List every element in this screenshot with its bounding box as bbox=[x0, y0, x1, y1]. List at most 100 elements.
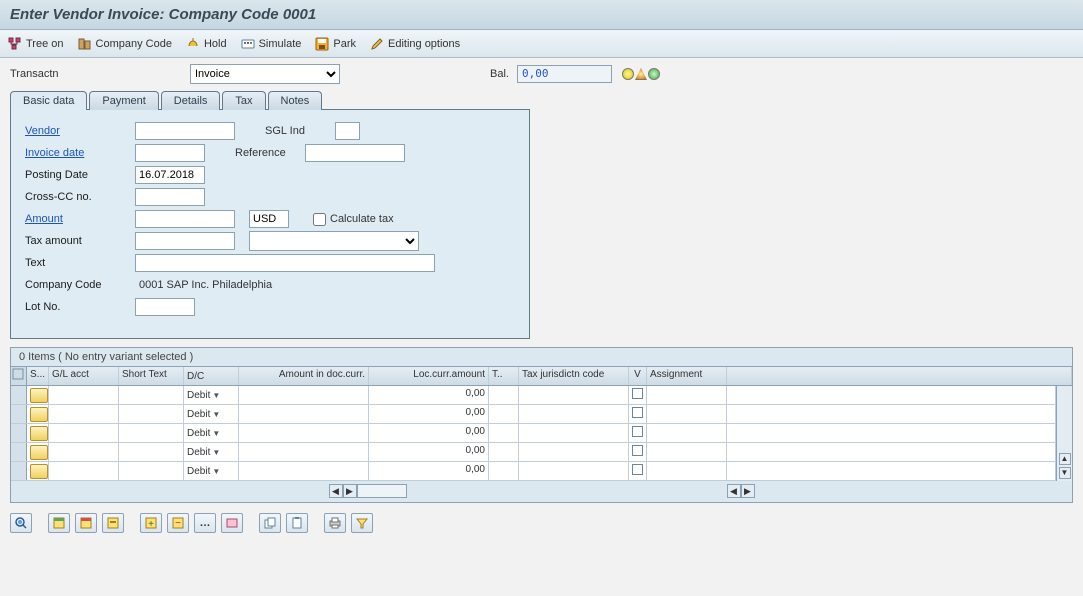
deselect-all-button[interactable] bbox=[75, 513, 97, 533]
company-code-button[interactable]: Company Code bbox=[78, 37, 172, 51]
cell-short-text[interactable] bbox=[119, 424, 184, 442]
f4-help-icon[interactable] bbox=[30, 445, 48, 460]
invoice-date-field[interactable] bbox=[135, 144, 205, 162]
row-selector[interactable] bbox=[11, 386, 27, 404]
posting-date-field[interactable] bbox=[135, 166, 205, 184]
cell-v[interactable] bbox=[629, 386, 647, 404]
col-assignment[interactable]: Assignment bbox=[647, 367, 727, 385]
cell-status[interactable] bbox=[27, 405, 49, 423]
cell-t[interactable] bbox=[489, 386, 519, 404]
cell-loc-amount[interactable]: 0,00 bbox=[369, 405, 489, 423]
cell-status[interactable] bbox=[27, 386, 49, 404]
scroll-up-icon[interactable]: ▲ bbox=[1059, 453, 1071, 465]
tab-notes[interactable]: Notes bbox=[268, 91, 323, 110]
checkbox-icon[interactable] bbox=[632, 407, 643, 418]
col-status[interactable]: S... bbox=[27, 367, 49, 385]
f4-help-icon[interactable] bbox=[30, 426, 48, 441]
insert-row-button[interactable]: + bbox=[140, 513, 162, 533]
cell-v[interactable] bbox=[629, 405, 647, 423]
cell-dc[interactable]: Debit▼ bbox=[184, 462, 239, 480]
vendor-field[interactable] bbox=[135, 122, 235, 140]
checkbox-icon[interactable] bbox=[632, 445, 643, 456]
col-gl-acct[interactable]: G/L acct bbox=[49, 367, 119, 385]
cell-gl-acct[interactable] bbox=[49, 424, 119, 442]
cell-t[interactable] bbox=[489, 462, 519, 480]
filter-button[interactable] bbox=[351, 513, 373, 533]
print-button[interactable] bbox=[324, 513, 346, 533]
scroll-right-icon[interactable]: ▶ bbox=[741, 484, 755, 498]
checkbox-icon[interactable] bbox=[632, 388, 643, 399]
grid-h-scroll-right[interactable]: ◀ ▶ bbox=[727, 484, 755, 498]
row-selector[interactable] bbox=[11, 424, 27, 442]
calculate-tax-checkbox[interactable] bbox=[313, 213, 326, 226]
tax-code-select[interactable] bbox=[249, 231, 419, 251]
park-button[interactable]: Park bbox=[315, 37, 356, 51]
cell-amount[interactable] bbox=[239, 386, 369, 404]
sort-button[interactable] bbox=[221, 513, 243, 533]
checkbox-icon[interactable] bbox=[632, 464, 643, 475]
currency-field[interactable] bbox=[249, 210, 289, 228]
cell-gl-acct[interactable] bbox=[49, 386, 119, 404]
invoice-date-label[interactable]: Invoice date bbox=[25, 147, 135, 159]
cell-short-text[interactable] bbox=[119, 462, 184, 480]
select-all-header[interactable] bbox=[11, 367, 27, 385]
col-dc[interactable]: D/C bbox=[184, 367, 239, 385]
cell-dc[interactable]: Debit▼ bbox=[184, 424, 239, 442]
cell-tax-jurisdiction[interactable] bbox=[519, 443, 629, 461]
cell-dc[interactable]: Debit▼ bbox=[184, 405, 239, 423]
f4-help-icon[interactable] bbox=[30, 464, 48, 479]
cell-t[interactable] bbox=[489, 424, 519, 442]
tree-on-button[interactable]: Tree on bbox=[8, 37, 64, 51]
cell-tax-jurisdiction[interactable] bbox=[519, 386, 629, 404]
f4-help-icon[interactable] bbox=[30, 407, 48, 422]
cell-gl-acct[interactable] bbox=[49, 443, 119, 461]
tab-basic-data[interactable]: Basic data bbox=[10, 91, 87, 110]
hold-button[interactable]: Hold bbox=[186, 37, 227, 51]
col-short-text[interactable]: Short Text bbox=[119, 367, 184, 385]
cell-assignment[interactable] bbox=[647, 405, 727, 423]
amount-label[interactable]: Amount bbox=[25, 213, 135, 225]
cell-v[interactable] bbox=[629, 424, 647, 442]
cell-assignment[interactable] bbox=[647, 386, 727, 404]
cell-v[interactable] bbox=[629, 462, 647, 480]
cell-amount[interactable] bbox=[239, 424, 369, 442]
cell-loc-amount[interactable]: 0,00 bbox=[369, 386, 489, 404]
cell-short-text[interactable] bbox=[119, 386, 184, 404]
transaction-select[interactable]: Invoice bbox=[190, 64, 340, 84]
cell-amount[interactable] bbox=[239, 443, 369, 461]
cell-assignment[interactable] bbox=[647, 443, 727, 461]
text-field[interactable] bbox=[135, 254, 435, 272]
col-tax-jurisdiction[interactable]: Tax jurisdictn code bbox=[519, 367, 629, 385]
cell-gl-acct[interactable] bbox=[49, 405, 119, 423]
cell-dc[interactable]: Debit▼ bbox=[184, 386, 239, 404]
chevron-down-icon[interactable]: ▼ bbox=[212, 410, 220, 419]
cell-v[interactable] bbox=[629, 443, 647, 461]
detail-view-button[interactable] bbox=[10, 513, 32, 533]
cross-cc-field[interactable] bbox=[135, 188, 205, 206]
checkbox-icon[interactable] bbox=[632, 426, 643, 437]
cell-tax-jurisdiction[interactable] bbox=[519, 462, 629, 480]
cell-short-text[interactable] bbox=[119, 443, 184, 461]
cell-loc-amount[interactable]: 0,00 bbox=[369, 462, 489, 480]
more-button[interactable]: … bbox=[194, 513, 216, 533]
tab-tax[interactable]: Tax bbox=[222, 91, 265, 110]
tax-amount-field[interactable] bbox=[135, 232, 235, 250]
col-loc-amount[interactable]: Loc.curr.amount bbox=[369, 367, 489, 385]
col-t[interactable]: T.. bbox=[489, 367, 519, 385]
scroll-left-icon[interactable]: ◀ bbox=[329, 484, 343, 498]
cell-loc-amount[interactable]: 0,00 bbox=[369, 443, 489, 461]
cell-status[interactable] bbox=[27, 462, 49, 480]
chevron-down-icon[interactable]: ▼ bbox=[212, 448, 220, 457]
grid-vertical-scrollbar[interactable]: ▲ ▼ bbox=[1056, 386, 1072, 481]
duplicate-button[interactable] bbox=[259, 513, 281, 533]
col-v[interactable]: V bbox=[629, 367, 647, 385]
cell-gl-acct[interactable] bbox=[49, 462, 119, 480]
scroll-right-icon[interactable]: ▶ bbox=[343, 484, 357, 498]
cell-short-text[interactable] bbox=[119, 405, 184, 423]
copy-button[interactable] bbox=[102, 513, 124, 533]
cell-assignment[interactable] bbox=[647, 424, 727, 442]
sgl-ind-field[interactable] bbox=[335, 122, 360, 140]
row-selector[interactable] bbox=[11, 405, 27, 423]
cell-amount[interactable] bbox=[239, 462, 369, 480]
chevron-down-icon[interactable]: ▼ bbox=[212, 391, 220, 400]
